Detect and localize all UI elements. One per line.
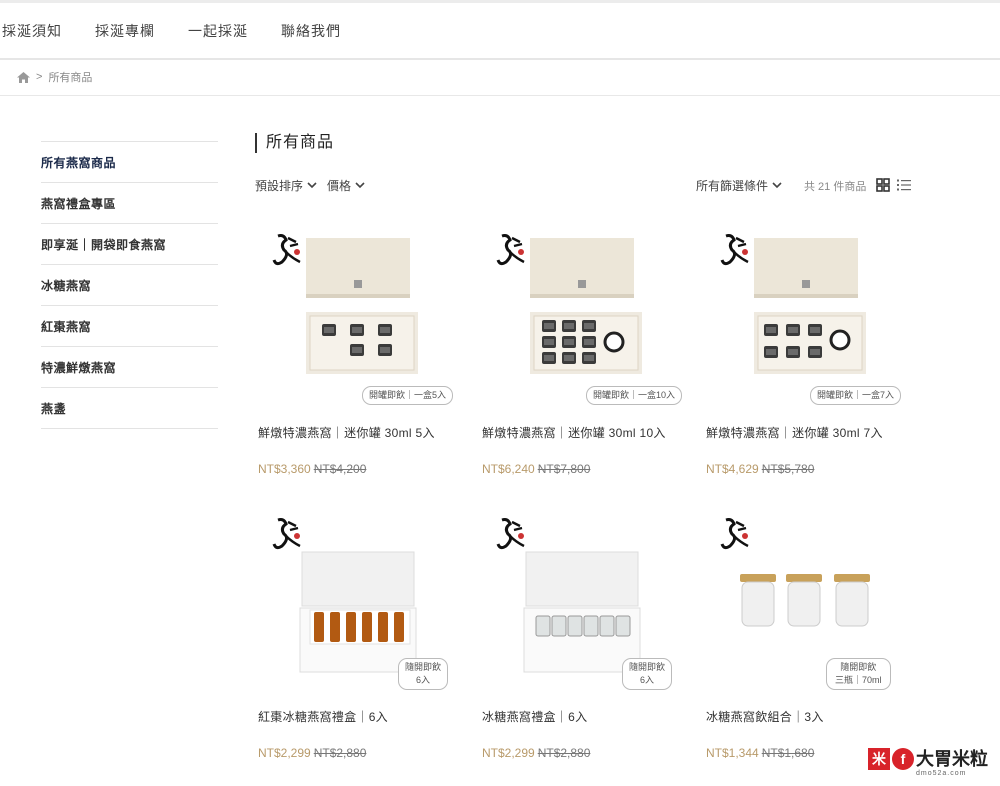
product-name[interactable]: 鮮燉特濃燕窩｜迷你罐 30ml 5入 — [258, 424, 435, 441]
product-tag: 隨開即飲 6入 — [398, 658, 449, 690]
original-price: NT$2,880 — [537, 746, 591, 760]
product-tag: 開罐即飲｜一盒10入 — [586, 386, 682, 405]
product-image[interactable] — [258, 224, 458, 394]
chevron-down-icon — [772, 182, 782, 189]
product-tag: 開罐即飲｜一盒5入 — [362, 386, 454, 405]
list-view-icon[interactable] — [897, 178, 911, 192]
original-price: NT$5,780 — [761, 462, 815, 476]
sale-price: NT$3,360 — [258, 462, 311, 476]
view-toggle — [876, 178, 911, 192]
breadcrumb-current: 所有商品 — [48, 72, 93, 84]
sale-price: NT$4,629 — [706, 462, 759, 476]
watermark-text: 大胃米粒 — [916, 749, 988, 769]
divider — [0, 95, 1000, 96]
original-price: NT$4,200 — [313, 462, 367, 476]
product-image[interactable] — [258, 508, 458, 678]
sidebar-item-rock-sugar[interactable]: 冰糖燕窩 — [41, 265, 218, 306]
watermark-logo: 米 — [868, 748, 890, 770]
home-icon[interactable] — [17, 71, 30, 83]
all-filters-dropdown[interactable]: 所有篩選條件 — [696, 177, 782, 194]
tag-line: 隨開即飲 — [405, 662, 442, 672]
sale-price: NT$2,299 — [482, 746, 535, 760]
product-image[interactable] — [482, 224, 682, 394]
chevron-down-icon — [307, 182, 317, 189]
original-price: NT$2,880 — [313, 746, 367, 760]
nav-item[interactable]: 採涎須知 — [2, 21, 62, 41]
sidebar-item-nest-cup[interactable]: 燕盞 — [41, 388, 218, 429]
sidebar-item-all[interactable]: 所有燕窩商品 — [41, 142, 218, 183]
sidebar-item-gift-box[interactable]: 燕窩禮盒專區 — [41, 183, 218, 224]
tag-line: 隨開即飲 — [840, 662, 877, 672]
category-sidebar: 所有燕窩商品 燕窩禮盒專區 即享涎｜開袋即食燕窩 冰糖燕窩 紅棗燕窩 特濃鮮燉燕… — [41, 141, 218, 429]
product-image[interactable] — [482, 508, 682, 678]
product-tag: 隨開即飲 三瓶｜70ml — [826, 658, 891, 690]
chevron-down-icon — [355, 182, 365, 189]
sale-price: NT$1,344 — [706, 746, 759, 760]
all-filters-label: 所有篩選條件 — [696, 179, 769, 193]
top-nav: 採涎須知 採涎專欄 一起採涎 聯絡我們 — [0, 0, 1000, 60]
product-name[interactable]: 冰糖燕窩禮盒｜6入 — [482, 708, 587, 725]
product-image[interactable] — [706, 508, 906, 678]
product-image[interactable] — [706, 224, 906, 394]
nav-item[interactable]: 採涎專欄 — [95, 21, 155, 41]
product-name[interactable]: 冰糖燕窩飲組合｜3入 — [706, 708, 824, 725]
breadcrumb: > 所有商品 — [17, 69, 92, 85]
tag-line: 隨開即飲 — [629, 662, 666, 672]
tag-line: 6入 — [416, 675, 431, 685]
product-tag: 隨開即飲 6入 — [622, 658, 673, 690]
sort-dropdown[interactable]: 預設排序 — [255, 177, 317, 194]
original-price: NT$1,680 — [761, 746, 815, 760]
product-price: NT$2,299 NT$2,880 — [258, 746, 366, 760]
product-price: NT$1,344 NT$1,680 — [706, 746, 814, 760]
sort-label: 預設排序 — [255, 179, 304, 193]
product-price: NT$2,299 NT$2,880 — [482, 746, 590, 760]
product-price: NT$6,240 NT$7,800 — [482, 462, 590, 476]
grid-view-icon[interactable] — [876, 178, 890, 192]
nav-item[interactable]: 聯絡我們 — [281, 21, 341, 41]
breadcrumb-sep: > — [36, 71, 43, 83]
watermark: 米 f 大胃米粒 dmo52a.com — [868, 748, 988, 777]
product-name[interactable]: 鮮燉特濃燕窩｜迷你罐 30ml 7入 — [706, 424, 883, 441]
original-price: NT$7,800 — [537, 462, 591, 476]
product-name[interactable]: 紅棗冰糖燕窩禮盒｜6入 — [258, 708, 388, 725]
price-dropdown[interactable]: 價格 — [327, 177, 365, 194]
price-label: 價格 — [327, 179, 352, 193]
product-price: NT$3,360 NT$4,200 — [258, 462, 366, 476]
product-name[interactable]: 鮮燉特濃燕窩｜迷你罐 30ml 10入 — [482, 424, 666, 441]
nav-item[interactable]: 一起採涎 — [188, 21, 248, 41]
product-tag: 開罐即飲｜一盒7入 — [810, 386, 902, 405]
watermark-logo: f — [892, 748, 914, 770]
tag-line: 6入 — [640, 675, 655, 685]
sidebar-item-fresh[interactable]: 特濃鮮燉燕窩 — [41, 347, 218, 388]
product-count: 共 21 件商品 — [804, 181, 867, 193]
watermark-url: dmo52a.com — [916, 770, 967, 777]
sale-price: NT$2,299 — [258, 746, 311, 760]
tag-line: 三瓶｜70ml — [835, 675, 882, 685]
product-price: NT$4,629 NT$5,780 — [706, 462, 814, 476]
page-title: 所有商品 — [255, 133, 334, 153]
sidebar-item-red-date[interactable]: 紅棗燕窩 — [41, 306, 218, 347]
sidebar-item-instant[interactable]: 即享涎｜開袋即食燕窩 — [41, 224, 218, 265]
sale-price: NT$6,240 — [482, 462, 535, 476]
